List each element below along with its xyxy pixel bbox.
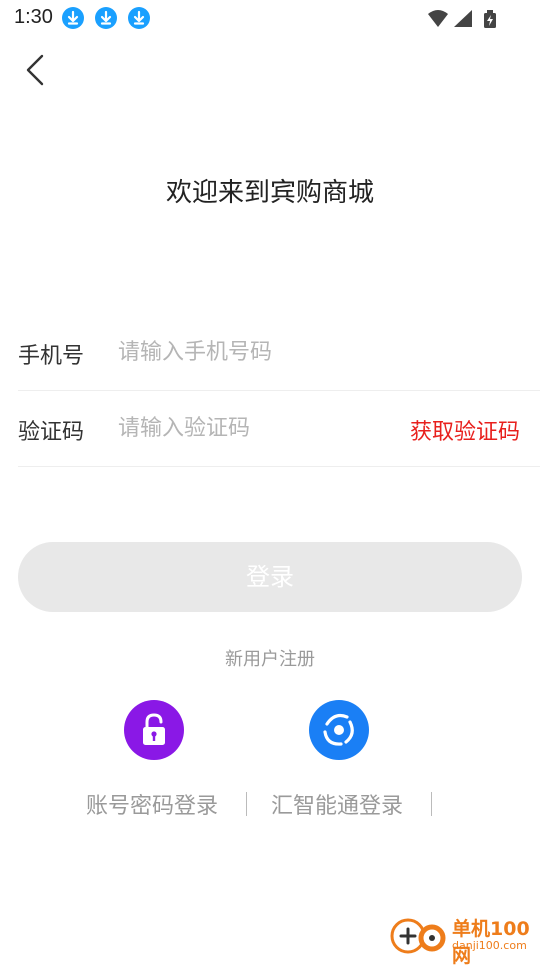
status-time: 1:30 [14, 6, 53, 28]
chevron-left-icon [26, 54, 44, 86]
watermark: 单机100网 danji100.com [390, 912, 540, 967]
system-status-icons [428, 10, 496, 28]
phone-label: 手机号 [18, 344, 85, 369]
hzn-logo-icon [323, 713, 354, 746]
hzn-login-button[interactable] [309, 700, 369, 760]
code-row: 验证码 获取验证码 [18, 390, 540, 467]
account-login-button[interactable] [124, 700, 184, 760]
phone-row: 手机号 [18, 314, 540, 391]
divider [431, 792, 432, 816]
battery-charging-icon [484, 10, 496, 28]
login-button[interactable]: 登录 [18, 542, 522, 612]
wifi-icon [428, 10, 448, 27]
status-bar: 1:30 [0, 0, 540, 36]
download-icon [95, 7, 117, 29]
back-button[interactable] [20, 50, 52, 90]
get-code-button[interactable]: 获取验证码 [410, 414, 520, 446]
signal-icon [454, 10, 472, 27]
code-input[interactable] [118, 408, 388, 448]
register-link[interactable]: 新用户注册 [0, 645, 540, 671]
divider [246, 792, 247, 816]
unlock-icon [143, 713, 165, 745]
page-title: 欢迎来到宾购商城 [165, 178, 374, 208]
watermark-url: danji100.com [452, 939, 527, 952]
hzn-login-label[interactable]: 汇智能通登录 [271, 788, 403, 820]
download-icon [128, 7, 150, 29]
watermark-logo-icon [390, 918, 446, 954]
code-label: 验证码 [18, 420, 85, 445]
phone-input[interactable] [118, 332, 518, 372]
download-icon [62, 7, 84, 29]
account-login-label[interactable]: 账号密码登录 [86, 788, 218, 820]
